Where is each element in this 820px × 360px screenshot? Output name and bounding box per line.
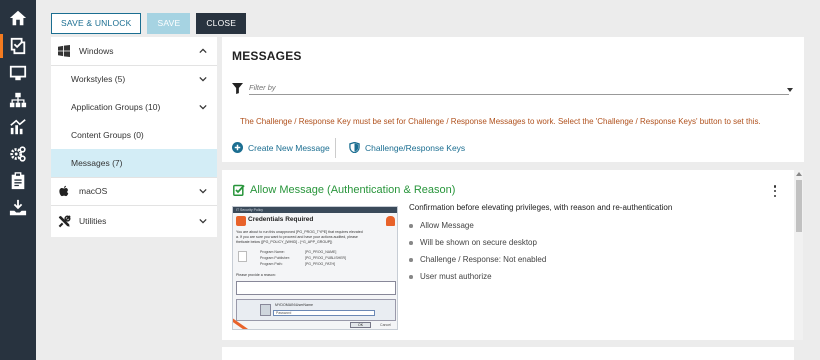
challenge-response-keys-label: Challenge/Response Keys: [365, 142, 466, 153]
list-item: Will be shown on secure desktop: [409, 237, 546, 254]
nav-application-groups-label: Application Groups (10): [71, 102, 161, 112]
application-icon: [238, 251, 247, 262]
nav-workstyles[interactable]: Workstyles (5): [51, 65, 217, 93]
nav-utilities[interactable]: Utilities: [51, 207, 217, 235]
preview-text-line: theticate below ([PG_POLICY_[WHID] - [^G…: [236, 240, 333, 244]
tools-icon: [57, 214, 71, 228]
user-avatar-icon: [260, 304, 271, 316]
chevron-up-icon: [199, 48, 207, 54]
toolbar: SAVE & UNLOCK SAVE CLOSE: [51, 13, 247, 34]
preview-field-value: [PG_PROG_NAME]: [305, 250, 337, 254]
message-card[interactable]: [222, 347, 794, 360]
page-title: MESSAGES: [232, 49, 302, 63]
nav-windows[interactable]: Windows: [51, 37, 217, 65]
preview-title: Credentials Required: [248, 216, 314, 223]
dropdown-caret-icon[interactable]: [787, 88, 793, 92]
preview-field-label: Program Path:: [260, 262, 283, 266]
preview-reason-box: [236, 281, 396, 295]
chevron-down-icon: [199, 218, 207, 224]
close-button[interactable]: CLOSE: [196, 13, 247, 34]
computer-icon[interactable]: [0, 59, 36, 87]
nav-messages-label: Messages (7): [71, 158, 123, 168]
nav-macos-label: macOS: [79, 186, 108, 196]
preview-text-line: You are about to run this unapproved [PG…: [236, 230, 363, 234]
list-item: User must authorize: [409, 271, 546, 288]
preview-field-label: Program Name:: [260, 250, 285, 254]
message-check-icon: [233, 184, 245, 196]
more-options-icon[interactable]: [771, 185, 779, 197]
scroll-up-icon[interactable]: [796, 172, 802, 176]
preview-ok-button: OK: [350, 322, 371, 328]
filter-input[interactable]: [249, 81, 789, 95]
chevron-down-icon: [199, 188, 207, 194]
create-new-message-label: Create New Message: [248, 142, 330, 153]
divider: [51, 205, 217, 206]
scrollbar-thumb[interactable]: [796, 180, 802, 232]
nav-content-groups[interactable]: Content Groups (0): [51, 121, 217, 149]
nav-application-groups[interactable]: Application Groups (10): [51, 93, 217, 121]
preview-password: Password: [273, 310, 375, 316]
analytics-icon[interactable]: [0, 113, 36, 141]
apple-icon: [57, 184, 71, 198]
preview-text-line: a. If you are sure you want to proceed a…: [236, 235, 358, 239]
preview-username: MYDOMAIN\UserName: [275, 303, 313, 307]
nav-workstyles-label: Workstyles (5): [71, 74, 126, 84]
list-item: Allow Message: [409, 220, 546, 237]
nav-windows-label: Windows: [79, 46, 114, 56]
message-title[interactable]: Allow Message (Authentication & Reason): [250, 184, 455, 196]
save-unlock-button[interactable]: SAVE & UNLOCK: [51, 13, 142, 34]
list-item: Challenge / Response: Not enabled: [409, 254, 546, 271]
preview-bar-text: IT Security Policy: [236, 208, 263, 212]
challenge-response-keys-button[interactable]: Challenge/Response Keys: [349, 142, 465, 153]
messages-header: MESSAGES The Challenge / Response Key mu…: [222, 37, 804, 162]
hierarchy-icon[interactable]: [0, 86, 36, 114]
plus-circle-icon: [232, 142, 243, 153]
nav-content-groups-label: Content Groups (0): [71, 130, 144, 140]
chevron-down-icon: [199, 104, 207, 110]
windows-icon: [57, 44, 71, 58]
divider: [335, 138, 336, 158]
clipboard-icon[interactable]: [0, 167, 36, 195]
preview-field-value: [PG_PROG_PATH]: [305, 262, 336, 266]
nav-macos[interactable]: macOS: [51, 177, 217, 205]
message-preview: IT Security Policy Credentials Required …: [232, 206, 398, 330]
preview-field-label: Program Publisher:: [260, 256, 290, 260]
filter-icon: [232, 83, 243, 94]
message-card[interactable]: Allow Message (Authentication & Reason) …: [222, 170, 794, 340]
preview-reason-label: Please provide a reason:: [236, 273, 276, 277]
preview-field-value: [PG_PROG_PUBLISHER]: [305, 256, 347, 260]
policy-nav: Windows Workstyles (5) Application Group…: [51, 37, 217, 237]
warning-text: The Challenge / Response Key must be set…: [240, 117, 761, 126]
message-properties: Allow Message Will be shown on secure de…: [409, 220, 546, 288]
settings-icon[interactable]: [0, 140, 36, 168]
policy-icon[interactable]: [0, 32, 36, 60]
app-rail: [0, 0, 36, 360]
preview-title-bar: IT Security Policy: [233, 207, 397, 213]
brand-logo-icon: [386, 216, 395, 226]
message-description: Confirmation before elevating privileges…: [409, 203, 673, 212]
preview-cancel-button: Cancel: [380, 323, 391, 327]
nav-messages[interactable]: Messages (7): [51, 149, 217, 177]
create-new-message-button[interactable]: Create New Message: [232, 142, 330, 153]
nav-utilities-label: Utilities: [79, 216, 107, 226]
home-icon[interactable]: [0, 4, 36, 32]
chevron-down-icon: [199, 76, 207, 82]
deploy-icon[interactable]: [0, 194, 36, 222]
save-button[interactable]: SAVE: [147, 13, 191, 34]
shield-icon: [236, 216, 246, 226]
shield-icon: [349, 142, 360, 153]
